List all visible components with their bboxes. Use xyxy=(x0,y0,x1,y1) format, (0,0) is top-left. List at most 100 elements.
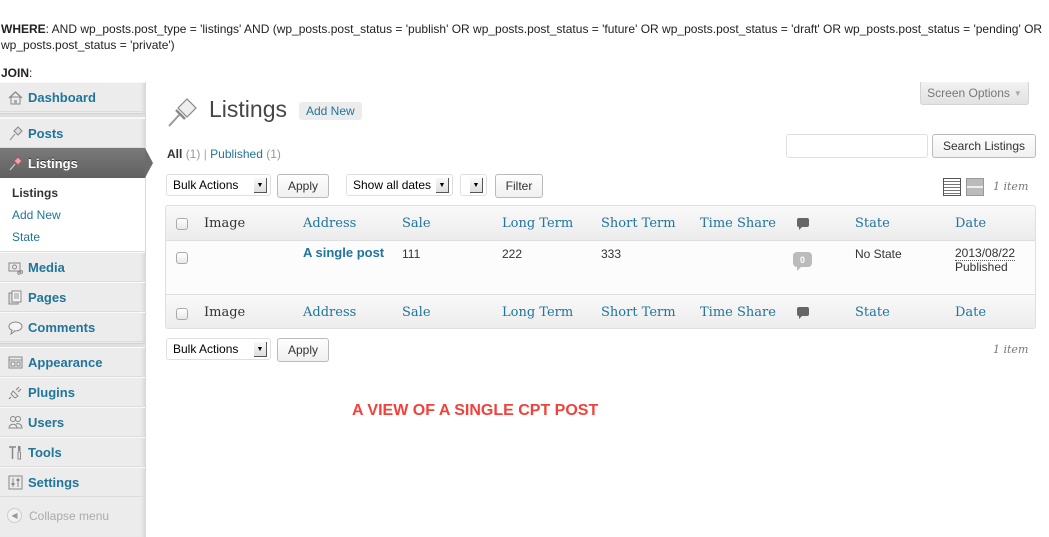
column-short-term[interactable]: Short Term xyxy=(601,216,676,231)
submenu-listings[interactable]: Listings xyxy=(12,186,58,200)
collapse-menu-button[interactable]: ◀ Collapse menu xyxy=(7,508,109,523)
sidebar-item-pages[interactable]: Pages xyxy=(0,282,145,312)
table-row: A single post 111 222 333 0 No State 201… xyxy=(166,242,1035,294)
post-title-link[interactable]: A single post xyxy=(303,245,384,260)
media-icon xyxy=(7,259,23,275)
page-title: Listings xyxy=(209,96,287,122)
apply-button-top[interactable]: Apply xyxy=(277,174,329,198)
sidebar-item-tools[interactable]: Tools xyxy=(0,437,145,467)
sidebar-item-label: Comments xyxy=(28,319,96,335)
sidebar-item-label: Plugins xyxy=(28,384,75,400)
column-image: Image xyxy=(204,216,246,231)
dates-filter-select[interactable]: Show all dates ▼ xyxy=(346,174,453,196)
sidebar-item-label: Posts xyxy=(28,125,64,141)
cell-date: 2013/08/22 Published xyxy=(955,246,1016,274)
filter-button[interactable]: Filter xyxy=(495,174,543,198)
settings-icon xyxy=(7,474,23,490)
pushpin-icon xyxy=(7,155,23,171)
appearance-icon xyxy=(7,354,23,370)
sidebar-item-label: Tools xyxy=(28,444,62,460)
cell-address: A single post xyxy=(303,245,384,260)
sidebar-item-label: Appearance xyxy=(28,354,103,370)
collapse-menu-label: Collapse menu xyxy=(29,508,110,523)
listings-table: Image Address Sale Long Term Short Term … xyxy=(165,205,1036,329)
sidebar-item-media[interactable]: Media xyxy=(0,252,145,282)
comments-column-icon[interactable] xyxy=(797,218,809,230)
column-time-share[interactable]: Time Share xyxy=(700,305,776,320)
dropdown-triangle-icon: ▼ xyxy=(1013,88,1022,98)
filter-all[interactable]: All xyxy=(167,147,182,161)
sidebar-item-label: Media xyxy=(28,259,65,275)
items-count-bottom: 1 item xyxy=(993,343,1029,356)
bulk-actions-select-top[interactable]: Bulk Actions ▼ xyxy=(166,174,271,196)
select-all-checkbox-footer[interactable] xyxy=(176,308,188,320)
select-all-checkbox[interactable] xyxy=(176,218,188,230)
column-sale[interactable]: Sale xyxy=(402,216,431,231)
column-date[interactable]: Date xyxy=(955,305,986,320)
sidebar-item-plugins[interactable]: Plugins xyxy=(0,377,145,407)
column-date[interactable]: Date xyxy=(955,216,986,231)
excerpt-view-icon[interactable] xyxy=(966,178,984,196)
pages-icon xyxy=(7,289,23,305)
chevron-down-icon: ▼ xyxy=(254,178,267,193)
debug-where-clause: WHERE: AND wp_posts.post_type = 'listing… xyxy=(1,21,1049,53)
comment-bubble-icon xyxy=(7,319,23,335)
search-input[interactable] xyxy=(786,134,928,158)
filter-separator: | xyxy=(203,147,207,161)
sidebar-item-posts[interactable]: Posts xyxy=(0,118,145,148)
row-checkbox[interactable] xyxy=(176,252,188,264)
post-status: Published xyxy=(955,260,1008,274)
post-date: 2013/08/22 xyxy=(955,246,1016,261)
sidebar-item-label: Dashboard xyxy=(28,89,96,105)
collapse-arrow-icon: ◀ xyxy=(7,508,22,523)
table-footer: Image Address Sale Long Term Short Term … xyxy=(166,294,1035,328)
apply-button-bottom[interactable]: Apply xyxy=(277,338,329,362)
annotation-caption: A VIEW OF A SINGLE CPT POST xyxy=(352,402,599,419)
sidebar-item-dashboard[interactable]: Dashboard xyxy=(0,82,145,112)
tools-icon xyxy=(7,444,23,460)
column-time-share[interactable]: Time Share xyxy=(700,216,776,231)
bulk-actions-select-bottom[interactable]: Bulk Actions ▼ xyxy=(166,338,271,360)
column-long-term[interactable]: Long Term xyxy=(502,216,573,231)
column-long-term[interactable]: Long Term xyxy=(502,305,573,320)
submenu-add-new[interactable]: Add New xyxy=(12,208,61,222)
cell-short-term: 333 xyxy=(601,247,622,261)
table-header: Image Address Sale Long Term Short Term … xyxy=(166,206,1035,241)
column-short-term[interactable]: Short Term xyxy=(601,305,676,320)
screen-options-button[interactable]: Screen Options ▼ xyxy=(920,82,1029,105)
sidebar-item-label: Pages xyxy=(28,289,67,305)
column-address[interactable]: Address xyxy=(303,305,356,320)
comment-count-bubble[interactable]: 0 xyxy=(793,252,812,271)
sidebar-item-comments[interactable]: Comments xyxy=(0,312,145,342)
sidebar-item-appearance[interactable]: Appearance xyxy=(0,347,145,377)
join-label: JOIN xyxy=(1,66,30,80)
cell-sale: 111 xyxy=(402,247,421,261)
comments-column-icon[interactable] xyxy=(797,307,809,319)
list-view-icon[interactable] xyxy=(943,178,961,196)
add-new-button[interactable]: Add New xyxy=(299,102,362,120)
status-filter-links: All (1) | Published (1) xyxy=(167,147,281,161)
pushpin-icon xyxy=(7,125,23,141)
submenu-state[interactable]: State xyxy=(12,230,40,244)
sidebar-item-users[interactable]: Users xyxy=(0,407,145,437)
column-state[interactable]: State xyxy=(855,216,890,231)
chevron-down-icon: ▼ xyxy=(470,178,483,193)
plug-icon xyxy=(7,384,23,400)
chevron-down-icon: ▼ xyxy=(254,342,267,357)
where-label: WHERE xyxy=(1,22,46,36)
sidebar-item-settings[interactable]: Settings xyxy=(0,467,145,497)
filter-published[interactable]: Published xyxy=(210,147,263,161)
column-image: Image xyxy=(204,305,246,320)
sidebar-item-label: Listings xyxy=(28,155,78,171)
filter-published-count: (1) xyxy=(266,147,281,161)
search-listings-button[interactable]: Search Listings xyxy=(932,134,1036,158)
sidebar-item-label: Settings xyxy=(28,474,80,490)
secondary-filter-select[interactable]: ▼ xyxy=(460,174,487,196)
chevron-down-icon: ▼ xyxy=(436,178,449,193)
sidebar-item-listings[interactable]: Listings xyxy=(0,148,153,178)
column-state[interactable]: State xyxy=(855,305,890,320)
column-address[interactable]: Address xyxy=(303,216,356,231)
column-sale[interactable]: Sale xyxy=(402,305,431,320)
users-icon xyxy=(7,414,23,430)
where-text: : AND wp_posts.post_type = 'listings' AN… xyxy=(1,22,1043,52)
